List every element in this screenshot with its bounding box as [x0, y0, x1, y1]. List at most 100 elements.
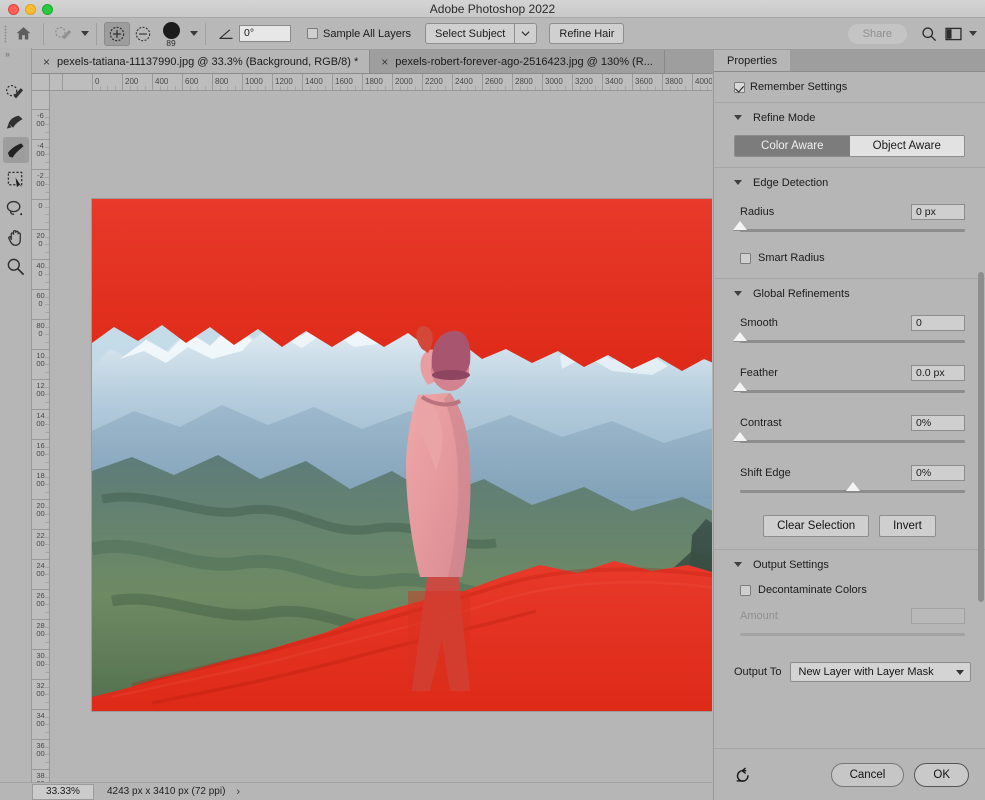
horizontal-ruler[interactable]: 0 200 400 600 800 1000 1200 1400 1600 1800 2000 220… [50, 74, 712, 91]
sample-all-layers-checkbox[interactable]: Sample All Layers [307, 28, 411, 40]
radius-slider-thumb[interactable] [733, 221, 747, 230]
checkbox-box [740, 252, 751, 264]
radius-slider-track[interactable] [733, 221, 965, 232]
brush-tool-icon[interactable] [2, 137, 29, 163]
ruler-label: 3000 [36, 651, 45, 668]
shift-edge-slider-thumb[interactable] [845, 482, 860, 491]
panel-resize-handle[interactable] [714, 94, 722, 770]
workspace-switcher-icon[interactable] [941, 22, 965, 46]
zoom-level-field[interactable]: 33.33% [32, 783, 94, 800]
smooth-value-field[interactable]: 0 [911, 315, 965, 331]
clear-selection-button[interactable]: Clear Selection [763, 515, 870, 537]
status-expand-icon[interactable]: › [236, 786, 240, 798]
shift-edge-value-field[interactable]: 0% [911, 465, 965, 481]
refine-mode-object-aware[interactable]: Object Aware [849, 136, 964, 156]
image-canvas[interactable] [92, 199, 712, 711]
checkbox-box [734, 81, 745, 93]
refine-edge-brush-tool-icon[interactable] [3, 108, 29, 134]
chevron-down-icon[interactable] [734, 290, 743, 299]
canvas-viewport[interactable] [50, 91, 712, 782]
ruler-label: 3800 [36, 771, 45, 782]
share-button[interactable]: Share [847, 23, 907, 44]
zoom-window-button[interactable] [42, 4, 53, 15]
radius-value-field[interactable]: 0 px [911, 204, 965, 220]
ruler-tick [32, 409, 49, 410]
chevron-down-icon[interactable] [734, 561, 743, 570]
vertical-ruler[interactable]: -600 -400 -200 0 200 400 600 800 1000 1200 1400 160… [32, 91, 50, 782]
chevron-down-icon[interactable] [734, 114, 743, 123]
shift-edge-slider-track[interactable] [740, 482, 965, 493]
remember-settings-label: Remember Settings [750, 81, 848, 93]
output-to-value: New Layer with Layer Mask [798, 666, 934, 678]
decontaminate-colors-label: Decontaminate Colors [758, 584, 867, 596]
contrast-slider-track[interactable] [733, 432, 965, 443]
ruler-label: 1800 [365, 77, 383, 86]
reset-icon[interactable] [731, 763, 755, 787]
ruler-tick [32, 589, 49, 590]
smooth-slider-thumb[interactable] [733, 332, 747, 341]
panel-tab-bar: Properties [714, 50, 985, 72]
lasso-tool-icon[interactable] [3, 195, 29, 221]
feather-value-field[interactable]: 0.0 px [911, 365, 965, 381]
add-to-selection-icon[interactable] [104, 21, 130, 46]
select-subject-button[interactable]: Select Subject [425, 23, 515, 44]
ruler-label: 3600 [635, 77, 653, 86]
section-output-settings[interactable]: Output Settings [714, 550, 985, 580]
tab-properties[interactable]: Properties [714, 50, 791, 71]
close-window-button[interactable] [8, 4, 19, 15]
refine-mode-color-aware[interactable]: Color Aware [735, 136, 850, 156]
minimize-window-button[interactable] [25, 4, 36, 15]
feather-slider-track[interactable] [733, 382, 965, 393]
output-to-select[interactable]: New Layer with Layer Mask [789, 662, 971, 682]
properties-panel-scroll-thumb[interactable] [978, 272, 984, 602]
smooth-slider-track[interactable] [733, 332, 965, 343]
section-refine-mode[interactable]: Refine Mode [714, 103, 985, 133]
home-button[interactable] [10, 22, 36, 46]
document-tab-2[interactable]: × pexels-robert-forever-ago-2516423.jpg … [370, 50, 665, 73]
search-icon[interactable] [917, 22, 941, 46]
amount-slider-row: Amount [714, 602, 985, 652]
brush-options-chevron-down-icon[interactable] [190, 31, 198, 36]
contrast-slider-thumb[interactable] [733, 432, 747, 441]
select-subject-chevron-down-icon[interactable] [514, 23, 538, 44]
brush-size-preview[interactable]: 89 [156, 20, 186, 48]
properties-panel-scrollbar[interactable] [977, 272, 984, 692]
section-edge-detection[interactable]: Edge Detection [714, 168, 985, 198]
refine-mode-segmented-control: Color Aware Object Aware [734, 135, 965, 157]
zoom-tool-icon[interactable] [3, 253, 29, 279]
feather-slider-thumb[interactable] [733, 382, 747, 391]
options-bar-grip[interactable] [0, 18, 10, 49]
tool-preset-picker[interactable] [51, 22, 77, 46]
tool-preset-chevron-down-icon[interactable] [81, 31, 89, 36]
ruler-label: 400 [36, 261, 45, 278]
workspace-chevron-down-icon[interactable] [969, 31, 977, 36]
decontaminate-colors-checkbox[interactable]: Decontaminate Colors [714, 580, 985, 602]
ruler-label: 4000 [695, 77, 712, 86]
quick-selection-tool-icon[interactable] [3, 79, 29, 105]
document-tab-1[interactable]: × pexels-tatiana-11137990.jpg @ 33.3% (B… [32, 50, 371, 73]
cancel-button[interactable]: Cancel [830, 762, 905, 787]
smart-radius-checkbox[interactable]: Smart Radius [714, 248, 985, 270]
tools-panel-grip[interactable]: » [0, 48, 31, 60]
invert-button[interactable]: Invert [879, 515, 936, 537]
object-selection-tool-icon[interactable] [3, 166, 29, 192]
close-icon[interactable]: × [43, 56, 50, 68]
feather-slider-row: Feather 0.0 px [714, 359, 985, 409]
chevron-down-icon[interactable] [734, 179, 743, 188]
close-icon[interactable]: × [381, 56, 388, 68]
hand-tool-icon[interactable] [3, 224, 29, 250]
subtract-from-selection-icon[interactable] [130, 22, 156, 46]
ruler-label: 1400 [305, 77, 323, 86]
brush-angle-field[interactable]: 0° [239, 25, 291, 42]
refine-hair-button[interactable]: Refine Hair [549, 23, 625, 44]
ruler-label: -400 [36, 141, 45, 158]
ok-button[interactable]: OK [914, 762, 969, 787]
ruler-tick [32, 319, 49, 320]
remember-settings-checkbox[interactable]: Remember Settings [734, 81, 971, 93]
section-global-refinements[interactable]: Global Refinements [714, 279, 985, 309]
ruler-tick [32, 619, 49, 620]
document-dimensions-label: 4243 px x 3410 px (72 ppi) [107, 786, 226, 797]
ruler-label: 800 [36, 321, 45, 338]
contrast-value-field[interactable]: 0% [911, 415, 965, 431]
amount-label: Amount [740, 610, 778, 622]
